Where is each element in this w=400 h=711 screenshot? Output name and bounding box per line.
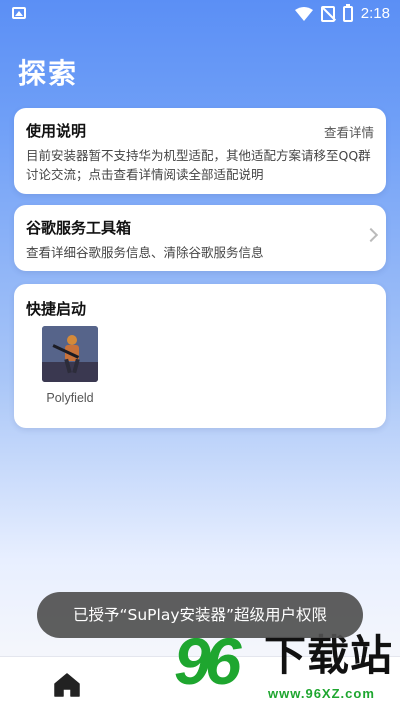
google-card-title: 谷歌服务工具箱 [26, 219, 132, 237]
no-sim-icon [320, 5, 335, 22]
page-title: 探索 [18, 57, 79, 90]
watermark-url: www.96XZ.com [268, 686, 375, 701]
status-icons: 2:18 [294, 3, 390, 22]
clock: 2:18 [360, 5, 390, 22]
image-icon [12, 7, 26, 19]
view-details-link[interactable]: 查看详情 [324, 122, 374, 141]
home-icon[interactable] [54, 673, 80, 697]
polyfield-app-icon [42, 326, 98, 382]
app-label-polyfield: Polyfield [46, 391, 94, 405]
chevron-right-icon [363, 227, 379, 243]
google-services-toolbox-card[interactable]: 谷歌服务工具箱 查看详细谷歌服务信息、清除谷歌服务信息 [14, 205, 386, 271]
toast-message: 已授予“SuPlay安装器”超级用户权限 [37, 592, 363, 638]
usage-card-title: 使用说明 [26, 122, 87, 140]
quick-launch-card: 快捷启动 Polyfield [14, 284, 386, 428]
usage-card-description: 目前安装器暂不支持华为机型适配，其他适配方案请移至QQ群讨论交流；点击查看详情阅… [26, 148, 371, 182]
google-card-description: 查看详细谷歌服务信息、清除谷歌服务信息 [26, 245, 264, 260]
battery-charging-icon [342, 3, 353, 22]
status-bar: 2:18 [0, 0, 400, 28]
app-tile-polyfield[interactable]: Polyfield [40, 326, 100, 405]
wifi-icon [294, 6, 313, 21]
usage-instructions-card[interactable]: 使用说明 查看详情 目前安装器暂不支持华为机型适配，其他适配方案请移至QQ群讨论… [14, 108, 386, 194]
quick-launch-title: 快捷启动 [26, 300, 87, 318]
